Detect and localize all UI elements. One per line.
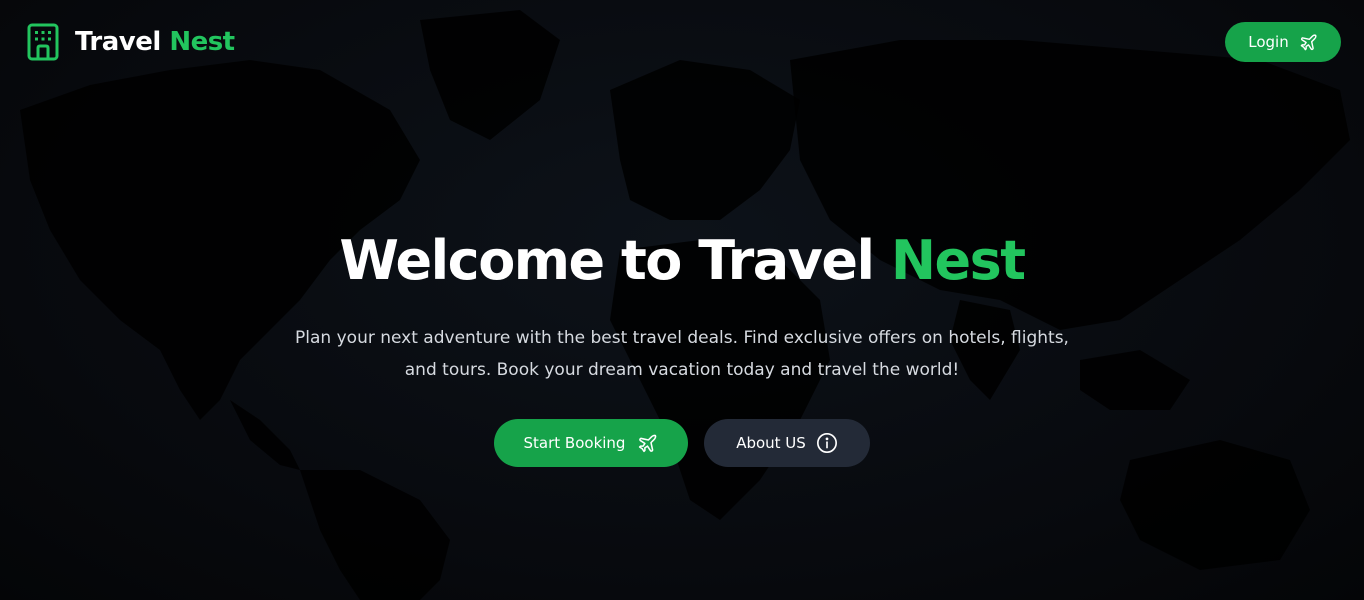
- info-icon: [816, 433, 837, 453]
- hero-title-part2: Nest: [890, 229, 1026, 292]
- about-us-button[interactable]: About US: [704, 419, 870, 467]
- building-icon: [27, 23, 59, 61]
- start-booking-button[interactable]: Start Booking: [494, 419, 688, 467]
- brand-logo[interactable]: Travel Nest: [27, 22, 235, 62]
- brand-name: Travel Nest: [75, 27, 235, 57]
- start-booking-label: Start Booking: [523, 434, 626, 452]
- login-button-label: Login: [1248, 33, 1289, 51]
- navbar: Travel Nest Login: [0, 0, 1364, 84]
- hero-description: Plan your next adventure with the best t…: [295, 328, 1069, 380]
- airplane-icon: [1300, 34, 1317, 50]
- airplane-icon: [639, 434, 657, 452]
- map-southeast-asia: [1080, 350, 1190, 410]
- hero-title-part1: Welcome to Travel: [339, 229, 875, 292]
- hero-actions: Start Booking About US: [0, 419, 1364, 467]
- brand-name-part2: Nest: [169, 27, 235, 57]
- hero-title: Welcome to Travel Nest: [0, 228, 1364, 294]
- map-europe: [610, 60, 800, 220]
- landing-page: Travel Nest Login Welcome to Travel Nest…: [0, 0, 1364, 600]
- map-south-america: [300, 470, 450, 600]
- brand-name-part1: Travel: [75, 27, 161, 57]
- about-us-label: About US: [736, 434, 806, 452]
- world-map-background: [20, 10, 1350, 600]
- login-button[interactable]: Login: [1225, 22, 1341, 62]
